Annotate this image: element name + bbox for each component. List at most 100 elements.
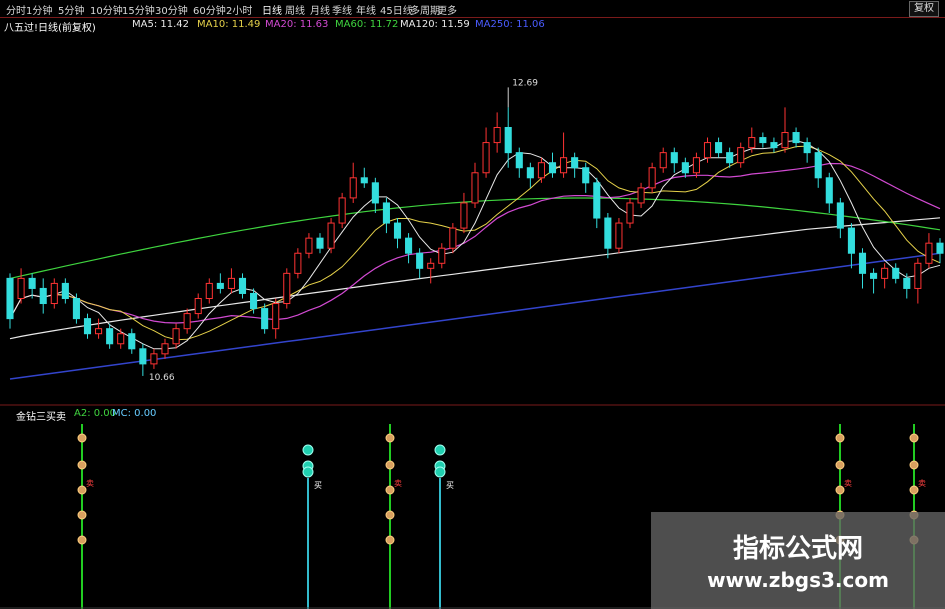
ma-legend-item: MA60: 11.72 — [335, 19, 399, 30]
high-price-label: 12.69 — [512, 78, 538, 88]
candle-body — [61, 282, 69, 299]
period-tab[interactable]: 60分钟 — [193, 2, 226, 17]
candle-body — [582, 167, 590, 184]
candle-body — [770, 142, 778, 149]
candle-body — [17, 277, 25, 300]
candle-body — [759, 137, 767, 144]
candle-body — [95, 328, 103, 335]
candle-body — [460, 202, 468, 229]
buy-signal-icon — [302, 444, 314, 456]
period-tab[interactable]: 2小时 — [226, 2, 252, 17]
watermark-url: www.zbgs3.com — [707, 568, 889, 592]
period-tab[interactable]: 15分钟 — [122, 2, 155, 17]
candle-body — [726, 152, 734, 164]
candle-body — [715, 142, 723, 154]
candle-body — [39, 287, 47, 305]
signal-label: 买 — [446, 481, 454, 490]
candle-body — [703, 142, 712, 159]
candle-body — [327, 222, 335, 249]
signal-coin — [385, 535, 395, 545]
ma-legend-item: MA20: 11.63 — [265, 19, 329, 30]
signal-coin — [385, 433, 395, 443]
candle-body — [183, 313, 191, 330]
candle-body — [493, 127, 501, 144]
signal-coin — [835, 460, 845, 470]
candle-body — [338, 197, 346, 224]
candle-body — [128, 333, 136, 350]
period-tab[interactable]: 1分钟 — [26, 2, 52, 17]
signal-coin — [835, 433, 845, 443]
buy-signal-icon — [434, 444, 446, 456]
candle-body — [349, 177, 357, 199]
candle-body — [250, 292, 258, 310]
ma-legend-item: MA120: 11.59 — [400, 19, 470, 30]
candle-body — [626, 202, 634, 224]
period-tab[interactable]: 5分钟 — [58, 2, 84, 17]
buy-signal-icon — [434, 466, 446, 478]
signal-coin — [909, 433, 919, 443]
candle-body — [670, 152, 678, 164]
period-tab[interactable]: 分时 — [6, 2, 26, 17]
signal-coin — [77, 535, 87, 545]
candle-body — [593, 182, 601, 219]
candle-body — [172, 328, 180, 345]
candle-body — [792, 132, 800, 144]
candle-body — [681, 162, 689, 174]
indicator-name: 八五过!日线(前复权) — [4, 23, 96, 34]
candle-body — [648, 167, 656, 189]
period-tab[interactable]: 周线 — [285, 2, 305, 17]
candle-body — [881, 267, 889, 279]
period-tab[interactable]: 季线 — [332, 2, 352, 17]
candle-body — [515, 152, 523, 169]
candle-body — [216, 282, 224, 289]
candle-body — [892, 267, 900, 279]
signal-label: 卖 — [394, 479, 402, 488]
candle-body — [50, 282, 58, 305]
period-tab[interactable]: 45日线 — [380, 2, 413, 17]
candle-body — [847, 227, 855, 254]
candle-body — [227, 277, 235, 289]
ma-legend-item: MA5: 11.42 — [132, 19, 190, 30]
candle-body — [194, 298, 202, 315]
main-price-chart[interactable]: 10.66 12.69 — [0, 34, 945, 406]
candle-body — [205, 282, 213, 299]
candle-body — [659, 152, 667, 169]
watermark-title: 指标公式网 — [732, 534, 863, 564]
candle-body — [238, 277, 247, 294]
period-tab[interactable]: 日线 — [262, 2, 282, 17]
signal-label: 卖 — [86, 479, 94, 488]
candle-body — [360, 177, 368, 184]
candle-body — [914, 262, 922, 289]
candle-body — [781, 132, 789, 149]
candle-body — [737, 147, 745, 164]
signal-coin — [77, 433, 87, 443]
candle-body — [692, 157, 700, 174]
period-tab[interactable]: 多周期 — [410, 2, 440, 17]
candle-body — [482, 142, 490, 174]
candle-body — [526, 167, 534, 179]
signal-coin — [77, 460, 87, 470]
candle-body — [28, 277, 36, 289]
period-tab[interactable]: 10分钟 — [90, 2, 123, 17]
candle-body — [870, 272, 878, 279]
candle-body — [637, 187, 645, 204]
candle-body — [139, 348, 147, 365]
ma60-line — [9, 197, 941, 279]
candle-body — [294, 252, 302, 274]
candle-body — [604, 217, 612, 249]
ma-legend: 八五过!日线(前复权) MA5: 11.42 MA10: 11.49 MA20: 11… — [0, 19, 945, 34]
period-toolbar: 分时 1分钟 5分钟 10分钟 15分钟 30分钟 60分钟 2小时 日线 周线 月线 季线 年线 45日… — [0, 0, 945, 18]
period-tab[interactable]: 30分钟 — [155, 2, 188, 17]
period-tab[interactable]: 月线 — [310, 2, 330, 17]
candle-body — [858, 252, 867, 274]
restore-button[interactable]: 复权 — [909, 1, 939, 17]
signal-coin — [385, 460, 395, 470]
candle-body — [283, 272, 291, 305]
period-tab[interactable]: 年线 — [356, 2, 376, 17]
candle-body — [504, 127, 512, 154]
period-tab[interactable]: 更多 — [437, 2, 457, 17]
candle-body — [106, 328, 114, 345]
candle-body — [371, 182, 379, 204]
sub-legend-item: MC: 0.00 — [112, 408, 157, 419]
candle-body — [161, 343, 169, 355]
